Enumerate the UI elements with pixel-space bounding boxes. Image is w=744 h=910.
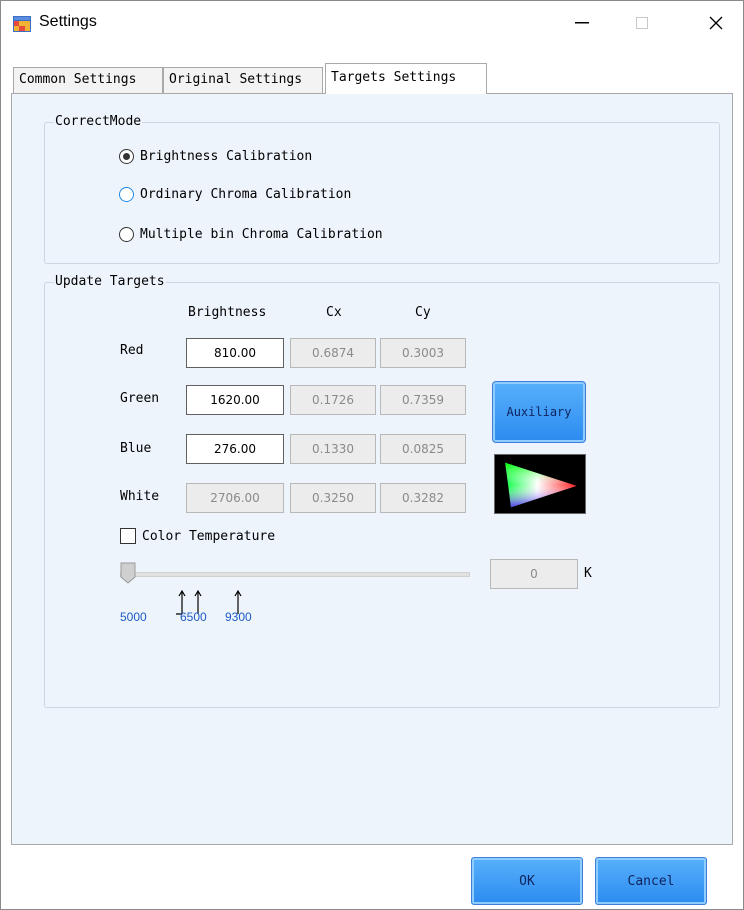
color-gamut-image[interactable]	[494, 454, 586, 514]
radio-ordinary-chroma-calibration[interactable]: Ordinary Chroma Calibration	[119, 187, 351, 202]
temperature-slider-track[interactable]	[120, 572, 470, 577]
maximize-icon	[636, 17, 648, 29]
green-brightness-input[interactable]: 1620.00	[186, 385, 284, 415]
settings-window: Settings Common Settings Original Settin…	[0, 0, 744, 910]
ok-button[interactable]: OK	[471, 857, 583, 905]
marker-9300: 9300	[225, 610, 252, 624]
column-header-cx: Cx	[326, 305, 342, 320]
row-label-red: Red	[120, 343, 144, 358]
red-cx-field: 0.6874	[290, 338, 376, 368]
minimize-icon	[575, 22, 589, 24]
column-header-brightness: Brightness	[188, 305, 267, 320]
green-cy-field: 0.7359	[380, 385, 466, 415]
color-temperature-checkbox[interactable]: Color Temperature	[120, 528, 275, 544]
close-icon	[709, 16, 723, 30]
radio-brightness-calibration[interactable]: Brightness Calibration	[119, 149, 312, 164]
marker-6500: 6500	[180, 610, 207, 624]
white-cx-field: 0.3250	[290, 483, 376, 513]
row-label-green: Green	[120, 391, 160, 406]
tab-original-settings[interactable]: Original Settings	[163, 67, 323, 93]
targets-settings-panel: CorrectMode Brightness Calibration Ordin…	[11, 93, 733, 845]
row-label-blue: Blue	[120, 441, 152, 456]
auxiliary-button[interactable]: Auxiliary	[492, 381, 586, 443]
radio-checked-icon	[119, 149, 134, 164]
radio-label: Brightness Calibration	[140, 149, 313, 164]
radio-unchecked-icon	[119, 187, 134, 202]
blue-cx-field: 0.1330	[290, 434, 376, 464]
cancel-button[interactable]: Cancel	[595, 857, 707, 905]
red-cy-field: 0.3003	[380, 338, 466, 368]
window-title: Settings	[39, 13, 97, 30]
green-cx-field: 0.1726	[290, 385, 376, 415]
tab-common-settings[interactable]: Common Settings	[13, 67, 163, 93]
update-targets-legend: Update Targets	[54, 274, 166, 290]
red-brightness-input[interactable]: 810.00	[186, 338, 284, 368]
close-button[interactable]	[693, 1, 739, 45]
correct-mode-group: CorrectMode Brightness Calibration Ordin…	[44, 114, 720, 264]
color-temperature-label: Color Temperature	[142, 528, 276, 544]
white-brightness-field: 2706.00	[186, 483, 284, 513]
temperature-slider-thumb[interactable]	[120, 562, 136, 584]
correct-mode-legend: CorrectMode	[54, 114, 143, 130]
radio-label: Ordinary Chroma Calibration	[140, 187, 352, 202]
blue-brightness-input[interactable]: 276.00	[186, 434, 284, 464]
temperature-value-field: 0	[490, 559, 578, 589]
marker-5000: 5000	[120, 610, 147, 624]
radio-unchecked-icon	[119, 227, 134, 242]
radio-label: Multiple bin Chroma Calibration	[140, 227, 383, 242]
row-label-white: White	[120, 489, 160, 504]
checkbox-unchecked-icon	[120, 528, 136, 544]
white-cy-field: 0.3282	[380, 483, 466, 513]
title-bar[interactable]: Settings	[1, 1, 743, 45]
tab-targets-settings[interactable]: Targets Settings	[325, 63, 487, 94]
app-icon	[13, 16, 31, 32]
temperature-unit-label: K	[584, 566, 592, 581]
blue-cy-field: 0.0825	[380, 434, 466, 464]
radio-multiple-bin-chroma-calibration[interactable]: Multiple bin Chroma Calibration	[119, 227, 383, 242]
tab-strip: Common Settings Original Settings Target…	[13, 63, 733, 94]
minimize-button[interactable]	[559, 1, 605, 45]
maximize-button[interactable]	[619, 1, 665, 45]
column-header-cy: Cy	[415, 305, 431, 320]
